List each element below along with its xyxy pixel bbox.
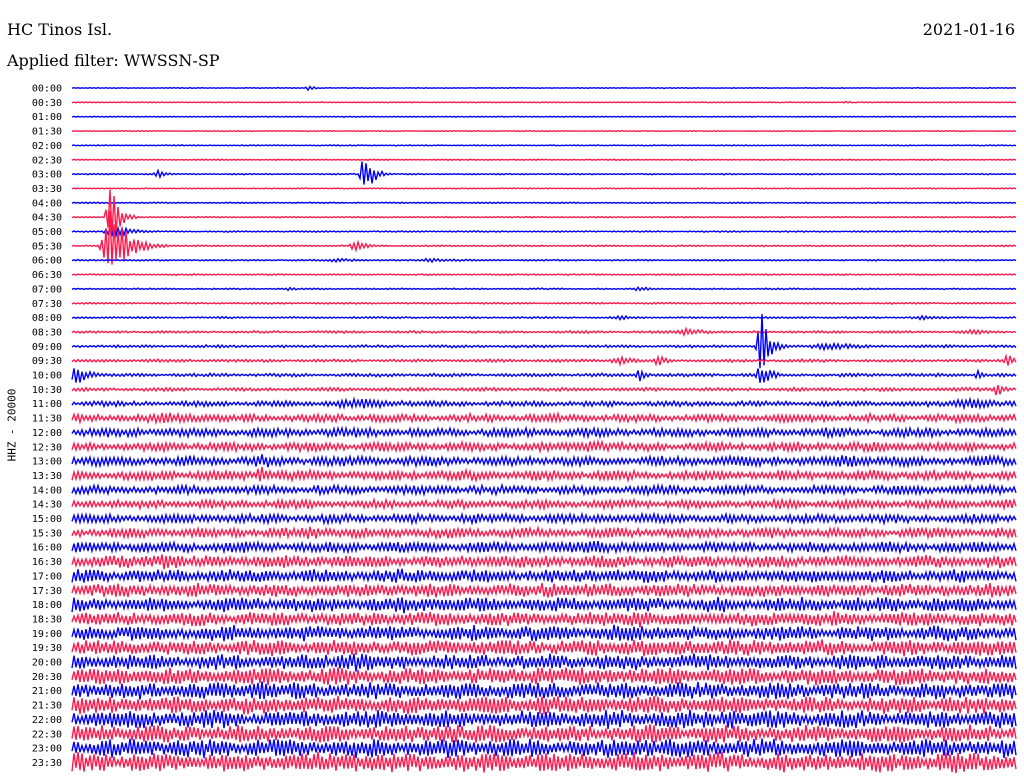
time-label: 03:00: [32, 170, 62, 181]
trace-line: [71, 554, 1017, 570]
time-label: 19:00: [32, 629, 62, 640]
trace-line: [71, 225, 1017, 239]
trace-line: [71, 624, 1017, 642]
time-label: 13:00: [32, 457, 62, 468]
time-label: 15:00: [32, 514, 62, 525]
time-label: 01:30: [32, 127, 62, 138]
trace-line: [71, 453, 1017, 469]
time-label: 10:00: [32, 371, 62, 382]
time-label: 08:00: [32, 313, 62, 324]
trace-line: [71, 257, 1017, 264]
trace-line: [71, 738, 1017, 759]
trace-line: [71, 653, 1017, 672]
time-label: 22:30: [32, 729, 62, 740]
trace-line: [71, 639, 1017, 657]
trace-line: [71, 187, 1017, 190]
trace-line: [71, 568, 1017, 584]
time-label: 02:30: [32, 155, 62, 166]
time-label: 10:30: [32, 385, 62, 396]
trace-line: [71, 425, 1017, 440]
time-label: 04:30: [32, 213, 62, 224]
trace-line: [71, 681, 1017, 700]
time-label: 06:00: [32, 256, 62, 267]
time-label: 08:30: [32, 327, 62, 338]
time-label: 18:00: [32, 600, 62, 611]
time-label: 09:30: [32, 356, 62, 367]
time-label: 20:30: [32, 672, 62, 683]
trace-line: [71, 326, 1017, 338]
time-label: 23:00: [32, 744, 62, 755]
time-label: 15:30: [32, 528, 62, 539]
trace-line: [71, 582, 1017, 598]
trace-line: [71, 611, 1017, 628]
trace-line: [71, 161, 1017, 185]
trace-line: [71, 384, 1017, 396]
time-label: 07:00: [32, 284, 62, 295]
trace-line: [71, 410, 1017, 426]
time-label: 09:00: [32, 342, 62, 353]
trace-line: [71, 482, 1017, 497]
trace-line: [71, 751, 1017, 774]
time-label: 19:30: [32, 643, 62, 654]
trace-line: [71, 201, 1017, 205]
time-label: 13:30: [32, 471, 62, 482]
time-label: 05:30: [32, 241, 62, 252]
trace-line: [71, 667, 1017, 686]
trace-line: [71, 497, 1017, 512]
trace-line: [71, 511, 1017, 527]
trace-line: [71, 314, 1017, 322]
time-label: 22:00: [32, 715, 62, 726]
time-label: 16:30: [32, 557, 62, 568]
trace-line: [71, 158, 1017, 162]
time-label: 17:00: [32, 571, 62, 582]
time-label: 14:00: [32, 485, 62, 496]
time-label: 11:00: [32, 399, 62, 410]
time-label: 17:30: [32, 586, 62, 597]
trace-line: [71, 524, 1017, 541]
trace-line: [71, 353, 1017, 367]
time-label: 21:00: [32, 686, 62, 697]
time-label: 02:00: [32, 141, 62, 152]
time-label: 12:00: [32, 428, 62, 439]
time-label: 05:00: [32, 227, 62, 238]
time-label: 11:30: [32, 414, 62, 425]
trace-line: [71, 100, 1017, 104]
time-label: 20:00: [32, 658, 62, 669]
trace-line: [71, 129, 1017, 133]
time-label: 06:30: [32, 270, 62, 281]
trace-line: [71, 210, 1017, 265]
trace-line: [71, 396, 1017, 411]
trace-line: [71, 438, 1017, 454]
time-label: 07:30: [32, 299, 62, 310]
trace-line: [71, 272, 1017, 277]
time-label: 03:30: [32, 184, 62, 195]
time-label: 00:00: [32, 84, 62, 95]
time-label: 01:00: [32, 112, 62, 123]
time-label: 14:30: [32, 500, 62, 511]
time-labels: 00:00 00:30 01:00 01:30 02:00 02:30 03:00 03:30…: [32, 84, 62, 769]
trace-line: [71, 466, 1017, 484]
trace-line: [71, 724, 1017, 743]
helicorder-plot: 00:00 00:30 01:00 01:30 02:00 02:30 03:00 03:30…: [32, 84, 1017, 774]
time-label: 18:30: [32, 614, 62, 625]
trace-line: [71, 285, 1017, 292]
time-label: 23:30: [32, 758, 62, 769]
time-label: 21:30: [32, 701, 62, 712]
trace-line: [71, 85, 1017, 92]
trace-line: [71, 189, 1017, 236]
trace-line: [71, 144, 1017, 147]
time-label: 16:00: [32, 543, 62, 554]
trace-line: [71, 301, 1017, 305]
time-label: 04:00: [32, 198, 62, 209]
time-label: 00:30: [32, 98, 62, 109]
trace-line: [71, 596, 1017, 614]
trace-line: [71, 368, 1017, 383]
time-label: 12:30: [32, 442, 62, 453]
trace-line: [71, 539, 1017, 555]
trace-group: [71, 85, 1017, 774]
trace-line: [71, 115, 1017, 118]
